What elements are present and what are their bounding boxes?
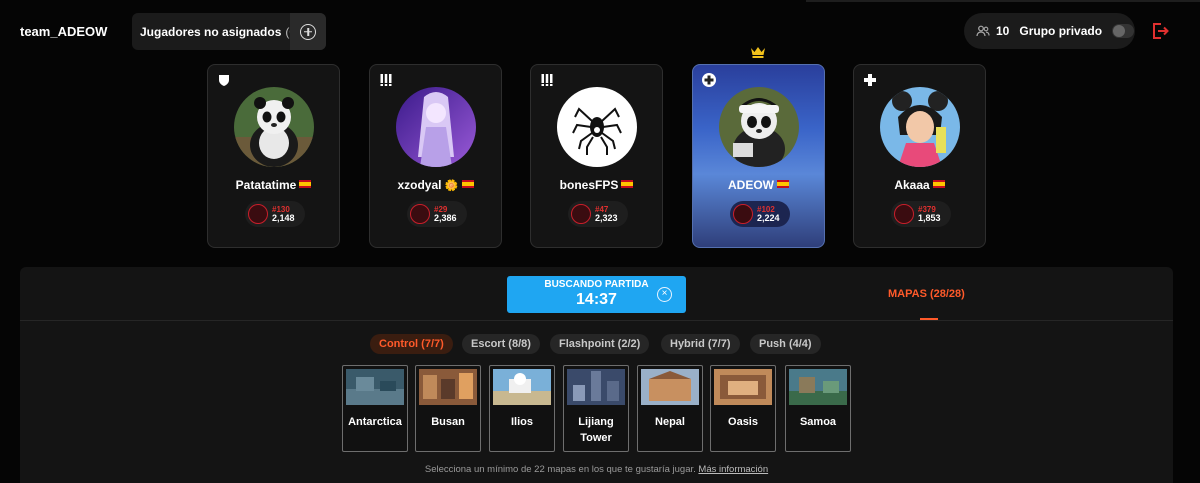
map-name: Busan <box>431 416 465 428</box>
private-group-label: Grupo privado <box>1019 24 1103 38</box>
mode-chip-push[interactable]: Push (4/4) <box>750 334 821 354</box>
map-thumbnail <box>641 369 699 405</box>
support-icon <box>702 73 716 87</box>
badge-emoji-icon: 🌼 <box>444 180 459 192</box>
map-name: Lijiang Tower <box>578 416 614 444</box>
map-thumbnail <box>567 369 625 405</box>
player-name: Patatatime <box>208 178 339 192</box>
map-card[interactable]: Nepal <box>637 365 703 452</box>
spain-flag-icon <box>299 180 312 188</box>
avatar <box>880 87 960 167</box>
rating: 2,148 <box>272 213 295 223</box>
panel-divider <box>20 320 1173 321</box>
map-thumbnail <box>346 369 404 405</box>
map-card[interactable]: Oasis <box>710 365 776 452</box>
cancel-search-icon[interactable]: × <box>657 287 672 302</box>
rank-emblem-icon <box>571 204 591 224</box>
player-card[interactable]: Patatatime #130 2,148 <box>207 64 340 248</box>
player-card[interactable]: bonesFPS #47 2,323 <box>530 64 663 248</box>
map-name: Samoa <box>799 416 837 428</box>
map-name: Nepal <box>655 416 685 428</box>
unassigned-label: Jugadores no asignados <box>140 24 282 39</box>
support-icon <box>864 74 876 86</box>
leave-group-icon[interactable] <box>1151 22 1169 40</box>
private-group-box: 10 Grupo privado <box>964 13 1135 49</box>
rank-emblem-icon <box>248 204 268 224</box>
mode-chip-hybrid[interactable]: Hybrid (7/7) <box>661 334 740 354</box>
spain-flag-icon <box>932 180 945 188</box>
searching-match-button[interactable]: BUSCANDO PARTIDA 14:37 × <box>507 276 686 313</box>
map-card[interactable]: Ilios <box>489 365 555 452</box>
rank-badge: #130 2,148 <box>245 201 305 227</box>
rank-badge: #29 2,386 <box>407 201 467 227</box>
spain-flag-icon <box>621 180 634 188</box>
damage-icon <box>380 74 392 86</box>
map-card[interactable]: Antarctica <box>342 365 408 452</box>
team-name: team_ADEOW <box>20 24 108 39</box>
avatar <box>396 87 476 167</box>
top-divider <box>806 0 1200 2</box>
map-thumbnail <box>789 369 847 405</box>
rank-emblem-icon <box>894 204 914 224</box>
map-card[interactable]: Samoa <box>785 365 851 452</box>
avatar <box>234 87 314 167</box>
tab-maps[interactable]: MAPAS (28/28) <box>888 288 965 300</box>
avatar <box>557 87 637 167</box>
rank-badge: #102 2,224 <box>730 201 790 227</box>
unassigned-players-box: Jugadores no asignados (0) <box>132 13 326 50</box>
map-selection-hint: Selecciona un mínimo de 22 mapas en los … <box>424 464 769 475</box>
people-icon <box>976 25 990 37</box>
avatar <box>719 87 799 167</box>
spain-flag-icon <box>461 180 474 188</box>
damage-icon <box>541 74 553 86</box>
mode-chip-escort[interactable]: Escort (8/8) <box>462 334 540 354</box>
player-name: bonesFPS <box>531 178 662 192</box>
player-card[interactable]: xzodyal 🌼 #29 2,386 <box>369 64 502 248</box>
mode-chip-control[interactable]: Control (7/7) <box>370 334 453 354</box>
tank-icon <box>219 75 229 86</box>
map-thumbnail <box>419 369 477 405</box>
player-card[interactable]: Akaaa #379 1,853 <box>853 64 986 248</box>
map-name: Oasis <box>728 416 758 428</box>
spain-flag-icon <box>777 180 789 188</box>
map-card[interactable]: Lijiang Tower <box>563 365 629 452</box>
private-group-toggle[interactable] <box>1112 24 1135 38</box>
map-thumbnail <box>714 369 772 405</box>
player-name: xzodyal 🌼 <box>370 178 501 192</box>
rank-emblem-icon <box>410 204 430 224</box>
rating: 1,853 <box>918 213 941 223</box>
rank-badge: #47 2,323 <box>568 201 628 227</box>
player-name: Akaaa <box>854 178 985 192</box>
map-thumbnail <box>493 369 551 405</box>
rating: 2,224 <box>757 213 780 223</box>
player-card-leader[interactable]: ADEOW #102 2,224 <box>692 64 825 248</box>
crown-icon <box>751 47 765 58</box>
mode-chip-flashpoint[interactable]: Flashpoint (2/2) <box>550 334 650 354</box>
player-name: ADEOW <box>693 178 824 192</box>
add-player-button[interactable] <box>290 13 326 50</box>
map-name: Ilios <box>510 416 533 428</box>
map-name: Antarctica <box>348 416 402 428</box>
more-info-link[interactable]: Más información <box>698 464 768 475</box>
map-card[interactable]: Busan <box>415 365 481 452</box>
group-count: 10 <box>996 24 1010 38</box>
rating: 2,323 <box>595 213 618 223</box>
rating: 2,386 <box>434 213 457 223</box>
tab-active-indicator <box>920 318 938 320</box>
rank-emblem-icon <box>733 204 753 224</box>
plus-circle-icon <box>300 23 316 40</box>
rank-badge: #379 1,853 <box>891 201 951 227</box>
